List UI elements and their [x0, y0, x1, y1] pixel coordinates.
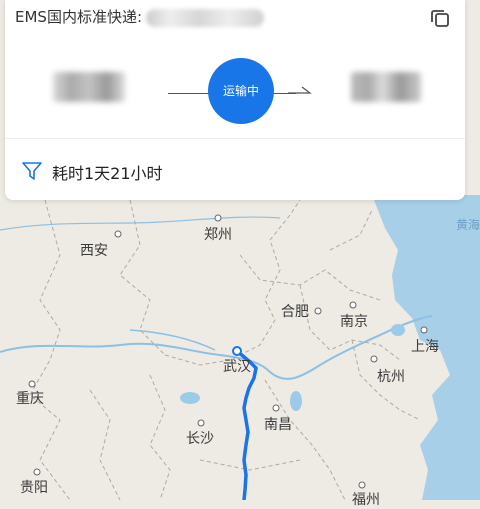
map-label-nanjing: 南京 — [340, 314, 368, 330]
map-label-zhengzhou: 郑州 — [204, 227, 232, 243]
map-label-hangzhou: 杭州 — [377, 369, 405, 385]
tracking-number-row: EMS国内标准快递: — [15, 6, 264, 27]
card-divider — [5, 138, 465, 139]
shipment-info-card: EMS国内标准快递: 运输中 耗时1天21小时 — [5, 0, 465, 200]
map-label-wuhan: 武汉 — [223, 359, 251, 375]
route-start-marker — [232, 346, 242, 356]
map-label-xian: 西安 — [80, 243, 108, 259]
tracking-label: EMS国内标准快递: — [15, 8, 142, 26]
map-label-nanchang: 南昌 — [264, 417, 292, 433]
map-label-hefei: 合肥 — [281, 304, 309, 320]
route-arrow-icon — [288, 86, 312, 94]
map-label-chongqing: 重庆 — [16, 391, 44, 407]
status-badge: 运输中 — [208, 58, 274, 124]
dongting-lake — [180, 392, 200, 404]
copy-icon[interactable] — [429, 7, 451, 29]
map-label-guiyang: 贵阳 — [20, 480, 48, 496]
filter-icon[interactable] — [21, 160, 43, 182]
map-label-shanghai: 上海 — [411, 339, 439, 355]
map-label-fuzhou: 福州 — [352, 492, 380, 508]
destination-city-blurred — [351, 72, 421, 102]
map-label-changsha: 长沙 — [186, 431, 214, 447]
transit-duration: 耗时1天21小时 — [52, 164, 163, 183]
poyang-lake — [290, 391, 302, 411]
map-label-yellow-sea: 黄海 — [456, 218, 480, 232]
origin-city-blurred — [53, 72, 125, 102]
tai-lake — [391, 324, 405, 336]
tracking-number-blurred — [146, 8, 264, 27]
